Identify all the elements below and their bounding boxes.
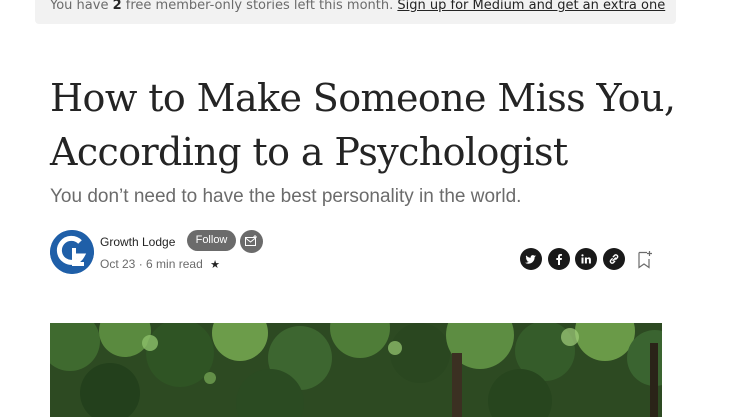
- publish-date: Oct 23: [100, 257, 136, 271]
- banner-middle: free member-only stories left this month…: [125, 0, 394, 13]
- share-twitter-button[interactable]: [520, 248, 542, 270]
- article-title: How to Make Someone Miss You, According …: [50, 76, 676, 174]
- meta-separator: ·: [138, 257, 143, 271]
- link-icon: [609, 254, 619, 264]
- author-avatar[interactable]: [50, 230, 94, 274]
- follow-button[interactable]: Follow: [187, 230, 236, 251]
- hero-image: [50, 323, 662, 417]
- banner-count: 2: [112, 0, 122, 13]
- signup-link[interactable]: Sign up for Medium and get an extra one: [397, 0, 665, 13]
- author-name[interactable]: Growth Lodge: [100, 235, 175, 249]
- article-subtitle: You don’t need to have the best personal…: [50, 186, 522, 207]
- copy-link-button[interactable]: [603, 248, 625, 270]
- member-only-star-icon: ★: [210, 259, 220, 271]
- bookmark-add-icon: [638, 251, 652, 269]
- share-linkedin-button[interactable]: [575, 248, 597, 270]
- banner-prefix: You have: [50, 0, 109, 13]
- member-banner: You have 2 free member-only stories left…: [35, 0, 676, 24]
- trees-photo: [50, 323, 662, 417]
- twitter-icon: [525, 255, 536, 264]
- article-meta: Oct 23 · 6 min read ★: [100, 257, 220, 271]
- mail-plus-icon: [245, 235, 257, 246]
- linkedin-icon: [581, 254, 591, 264]
- subscribe-email-button[interactable]: [240, 230, 263, 253]
- growth-lodge-logo: [50, 230, 94, 274]
- share-facebook-button[interactable]: [548, 248, 570, 270]
- article-page: You have 2 free member-only stories left…: [0, 0, 730, 417]
- facebook-icon: [556, 254, 562, 265]
- bookmark-button[interactable]: [636, 250, 654, 270]
- read-time: 6 min read: [146, 257, 203, 271]
